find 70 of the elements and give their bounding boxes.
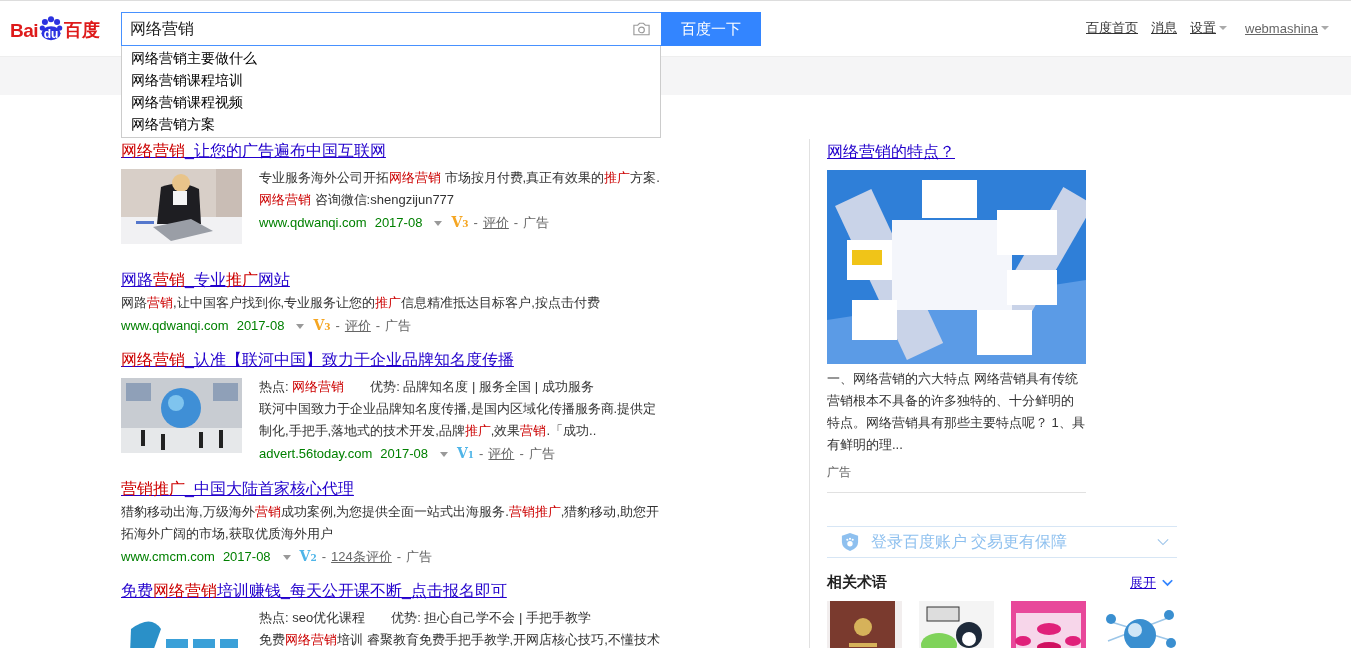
result-tag: 热点: seo优化课程 (259, 607, 366, 629)
result-date: 2017-08 (236, 317, 285, 335)
result-date: 2017-08 (222, 548, 271, 566)
chevron-down-icon[interactable] (1162, 578, 1173, 587)
result-snippet: 网路营销,让中国客户找到你,专业服务让您的推广信息精准抵达目标客户,按点击付费 (121, 294, 600, 312)
result-date: 2017-08 (380, 445, 428, 463)
section-heading: 相关术语 (827, 573, 887, 592)
nav-link[interactable]: 百度首页 (1086, 19, 1138, 37)
nav-link[interactable]: 消息 (1151, 19, 1177, 37)
vip-level-label: V2 (299, 547, 317, 566)
result-url: www.qdwanqi.com (259, 214, 367, 232)
baidu-logo[interactable]: Bai du 百度 (10, 12, 112, 42)
vip-level-label: V3 (313, 316, 331, 335)
search-button[interactable]: 百度一下 (661, 12, 761, 46)
separator: - (513, 214, 519, 232)
chevron-down-icon (1157, 538, 1169, 546)
caret-icon[interactable] (1321, 26, 1329, 30)
review-link[interactable]: 评价 (344, 315, 371, 337)
review-link[interactable]: 评价 (482, 212, 509, 234)
result-date: 2017-08 (374, 214, 423, 232)
result-tag: 热点: 网络营销 (259, 376, 345, 398)
result-title-link[interactable]: 网路营销_专业推广网站 (121, 268, 290, 292)
ad-label: 广告 (827, 464, 852, 481)
result-snippet: 联河中国致力于企业品牌知名度传播,是国内区域化传播服务商.提供定 (259, 400, 657, 418)
suggestion-item[interactable]: 网络营销主要做什么 (122, 47, 660, 69)
caret-icon[interactable] (296, 323, 305, 329)
search-field[interactable]: 网络营销 (121, 12, 661, 46)
suggestion-item[interactable]: 网络营销方案 (122, 113, 660, 135)
result-title-link[interactable]: 免费网络营销培训赚钱_每天公开课不断_点击报名即可 (121, 579, 507, 603)
result-url: advert.56today.com (259, 445, 373, 463)
separator: - (396, 548, 402, 566)
review-link[interactable]: 评价 (488, 443, 515, 465)
separator: - (335, 317, 340, 335)
separator: - (473, 214, 478, 232)
result-snippet: 制化,手把手,落地式的技术开发,品牌推广,效果营销.「成功.. (259, 422, 598, 440)
caret-icon[interactable] (439, 451, 448, 457)
ad-label: 广告 (528, 445, 555, 463)
expand-link[interactable]: 展开 (1130, 573, 1173, 592)
result-snippet: 网络营销 咨询微信:shengzijun777 (259, 191, 456, 209)
caret-icon[interactable] (1219, 26, 1227, 30)
separator: - (479, 445, 484, 463)
ad-label: 广告 (385, 317, 412, 335)
suggestion-item[interactable]: 网络营销课程视频 (122, 91, 660, 113)
result-snippet: 猎豹移动出海,万级海外营销成功案例,为您提供全面一站式出海服务.营销推广,猎豹移动,助您开 (121, 503, 660, 521)
separator: - (519, 445, 524, 463)
result-url: www.qdwanqi.com (121, 317, 229, 335)
review-link[interactable]: 124条评价 (331, 546, 392, 568)
separator: - (375, 317, 381, 335)
shield-icon (841, 532, 859, 552)
caret-icon[interactable] (434, 220, 443, 226)
vip-level-label: V1 (456, 444, 475, 463)
result-title-link[interactable]: 营销推广_中国大陆首家核心代理 (121, 477, 354, 501)
sidebar-title-link[interactable]: 网络营销的特点？ (827, 141, 955, 163)
result-url: www.cmcm.com (121, 548, 215, 566)
result-tag: 优势: 品牌知名度 | 服务全国 | 成功服务 (370, 376, 594, 398)
result-tag: 优势: 担心自己学不会 | 手把手教学 (391, 607, 591, 629)
result-snippet: 免费网络营销培训 睿聚教育免费手把手教学,开网店核心技巧,不懂技术 (259, 631, 660, 648)
ad-label: 广告 (406, 548, 433, 566)
nav-link[interactable]: webmashina (1245, 20, 1318, 36)
caret-icon[interactable] (282, 554, 291, 560)
ad-label: 广告 (523, 214, 550, 232)
result-title-link[interactable]: 网络营销_让您的广告遍布中国互联网 (121, 139, 386, 163)
vip-level-label: V3 (451, 213, 469, 232)
separator: - (321, 548, 327, 566)
sidebar-description: 一、网络营销的六大特点 网络营销具有传统营销根本不具备的许多独特的、十分鲜明的特点。网络营销具有那些主要特点呢？ 1、具有鲜明的理... (827, 370, 1086, 454)
camera-icon[interactable] (632, 21, 651, 37)
result-title-link[interactable]: 网络营销_认准【联河中国】致力于企业品牌知名度传播 (121, 348, 514, 372)
result-snippet: 拓海外广阔的市场,获取优质海外用户 (121, 525, 334, 543)
result-snippet: 专业服务海外公司开拓网络营销 市场按月付费,真正有效果的推广方案. (259, 169, 660, 187)
nav-link[interactable]: 设置 (1190, 19, 1216, 37)
